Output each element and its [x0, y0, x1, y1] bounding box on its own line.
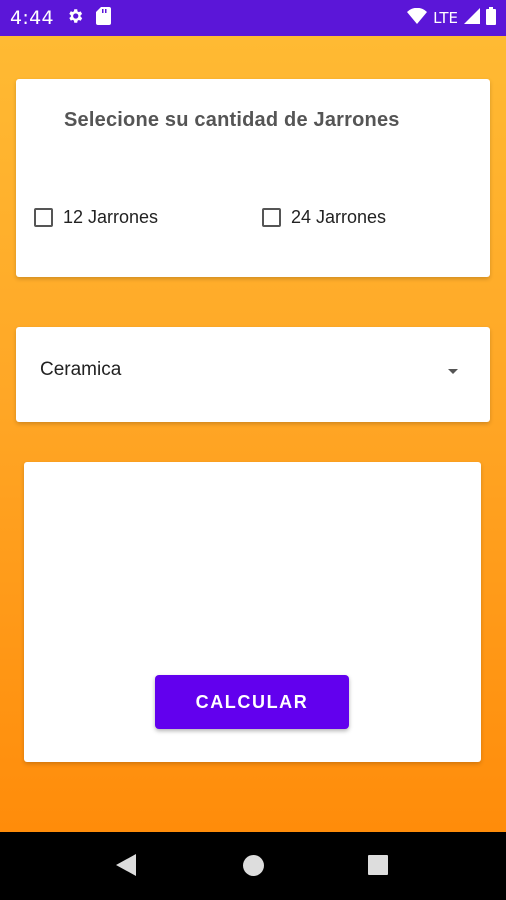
signal-icon [464, 8, 480, 28]
result-card: CALCULAR [24, 462, 481, 762]
quantity-title: Selecione su cantidad de Jarrones [64, 109, 400, 131]
network-type: LTE [433, 9, 458, 27]
calcular-button[interactable]: CALCULAR [155, 675, 349, 729]
dropdown-arrow-icon[interactable] [448, 369, 458, 374]
navigation-bar [0, 832, 506, 900]
status-bar: 4:44 LTE [0, 0, 506, 36]
status-time: 4:44 [10, 7, 54, 29]
status-right: LTE [407, 7, 496, 29]
back-icon[interactable] [116, 854, 136, 881]
checkbox-label: 12 Jarrones [63, 207, 159, 227]
checkbox-box[interactable] [34, 208, 53, 227]
sd-card-icon [95, 6, 111, 30]
wifi-icon [407, 7, 428, 28]
home-icon[interactable] [243, 855, 264, 876]
battery-icon [486, 7, 496, 29]
checkbox-label: 24 Jarrones [291, 207, 387, 227]
main-content: Selecione su cantidad de Jarrones 12 Jar… [0, 36, 506, 832]
quantity-card: Selecione su cantidad de Jarrones 12 Jar… [16, 79, 490, 277]
gear-icon [66, 7, 84, 30]
checkbox-12-jarrones[interactable]: 12 Jarrones [34, 207, 158, 228]
checkbox-24-jarrones[interactable]: 24 Jarrones [262, 207, 386, 228]
material-select[interactable]: Ceramica [16, 327, 490, 422]
checkbox-box[interactable] [262, 208, 281, 227]
material-select-value[interactable]: Ceramica [40, 359, 121, 381]
status-left-icons [66, 6, 111, 30]
recents-icon[interactable] [368, 855, 388, 875]
